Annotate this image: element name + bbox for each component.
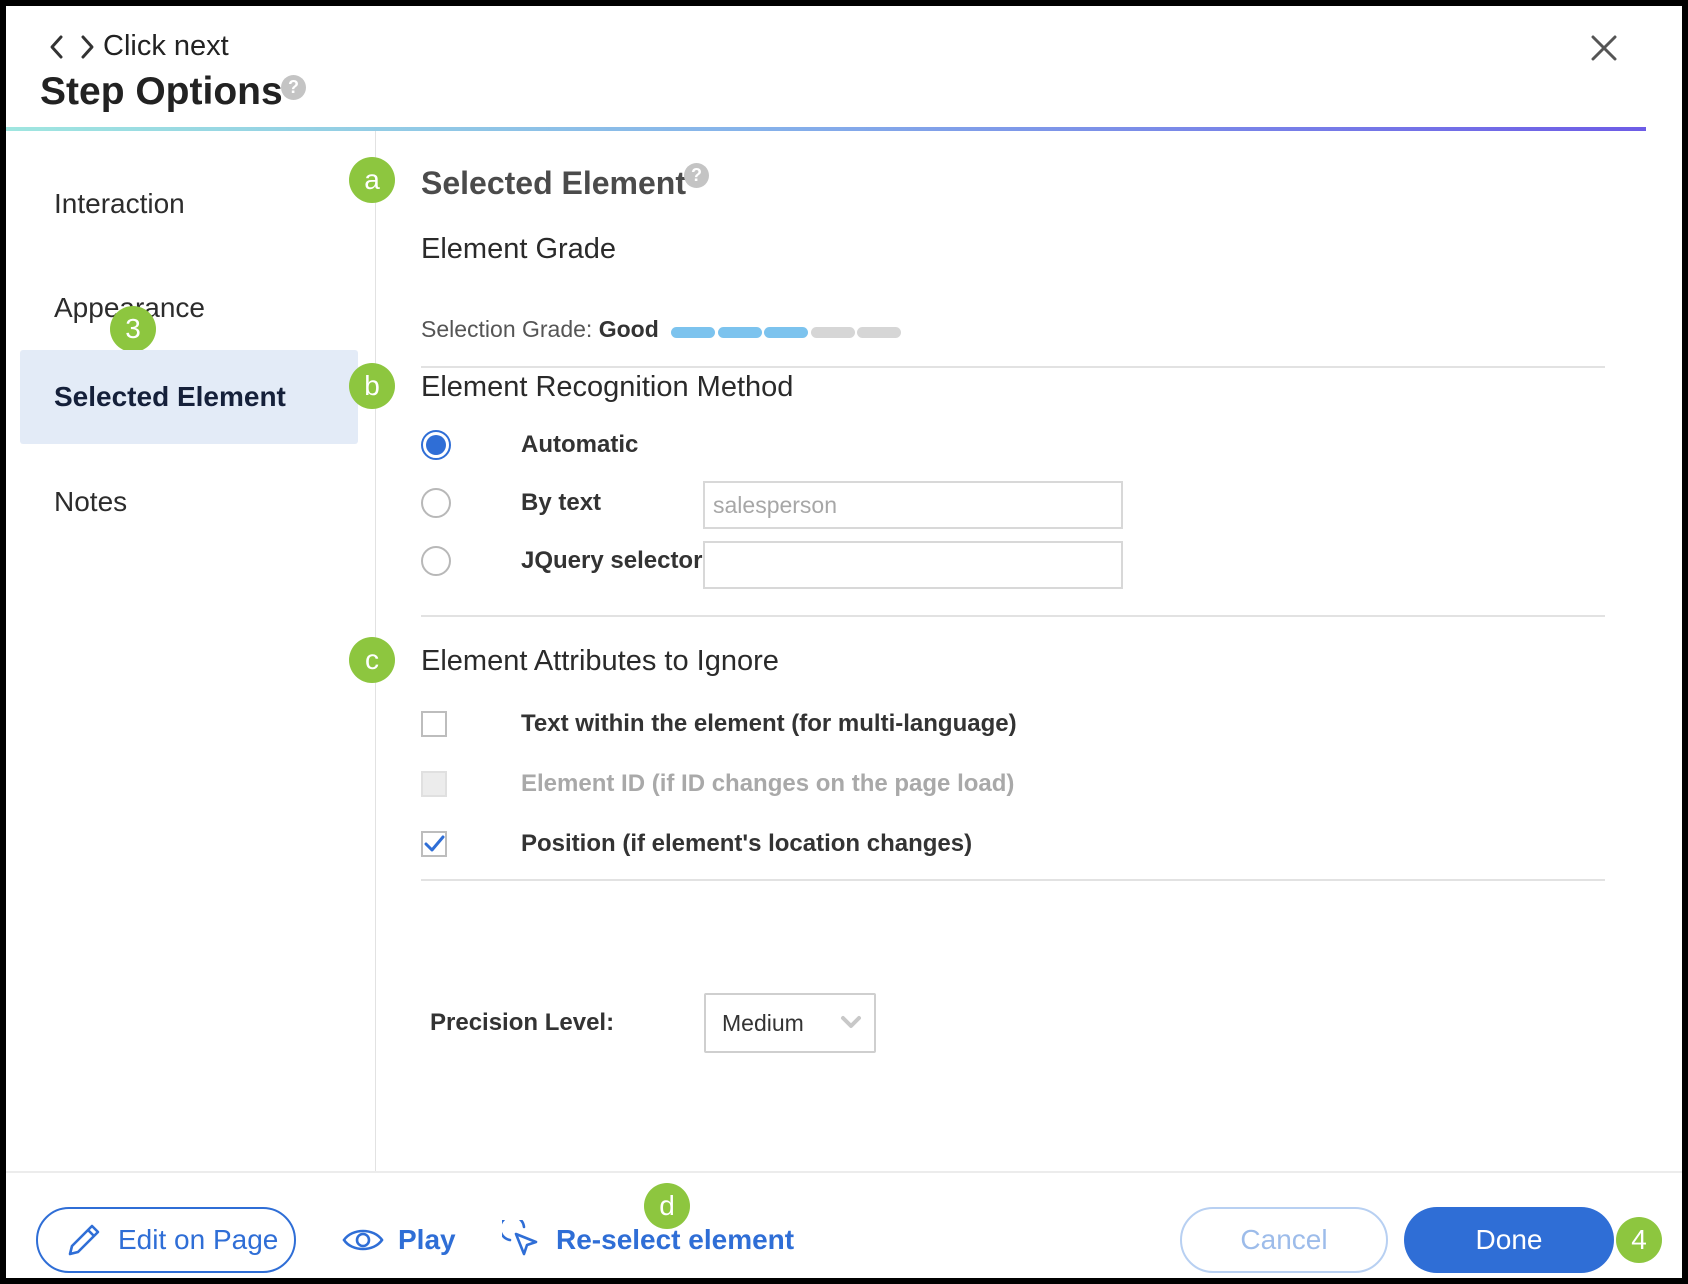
chevron-left-icon <box>50 35 63 59</box>
checkbox-label: Position (if element's location changes) <box>521 830 973 857</box>
radio-label: By text <box>521 489 602 516</box>
chevron-down-icon <box>841 1016 861 1028</box>
reselect-element-label: Re-select element <box>556 1224 795 1255</box>
precision-level-value: Medium <box>722 1009 804 1036</box>
attributes-to-ignore-title: Element Attributes to Ignore <box>421 645 779 677</box>
dialog-header: Click next Step Options ? <box>6 6 1682 136</box>
sidebar-item-label: Selected Element <box>54 381 286 412</box>
radio-label: Automatic <box>521 431 639 458</box>
help-icon[interactable]: ? <box>684 163 709 188</box>
selected-element-title: Selected Element <box>421 165 686 201</box>
close-button[interactable] <box>1582 26 1626 70</box>
section-divider <box>421 615 1605 617</box>
sidebar-item-label: Interaction <box>54 188 185 219</box>
grade-segment <box>857 327 901 338</box>
cursor-select-icon <box>502 1220 538 1256</box>
pencil-icon <box>68 1224 100 1256</box>
grade-segment <box>764 327 808 338</box>
selection-grade-label: Selection Grade: Good <box>421 316 659 343</box>
sidebar-item-notes[interactable]: Notes <box>20 455 358 549</box>
sidebar-item-appearance[interactable]: Appearance <box>20 261 358 355</box>
chevron-right-icon <box>81 35 94 59</box>
checkbox-label: Text within the element (for multi-langu… <box>521 710 1017 737</box>
help-icon[interactable]: ? <box>281 75 306 100</box>
edit-on-page-label: Edit on Page <box>118 1224 279 1255</box>
radio-automatic[interactable]: Automatic <box>421 425 638 465</box>
checkbox-position[interactable]: Position (if element's location changes) <box>421 827 972 861</box>
checkbox-text-within-element[interactable]: Text within the element (for multi-langu… <box>421 707 1017 741</box>
radio-button[interactable] <box>421 488 451 518</box>
main-panel: a Selected Element ? Element Grade Selec… <box>349 131 1682 1171</box>
precision-level-label: Precision Level: <box>430 1009 615 1036</box>
selection-grade-prefix: Selection Grade: <box>421 316 593 342</box>
section-divider <box>421 879 1605 881</box>
radio-label: JQuery selector <box>521 547 703 574</box>
callout-badge-3: 3 <box>110 306 156 352</box>
radio-by-text[interactable]: By text <box>421 483 601 523</box>
checkbox[interactable] <box>421 711 447 737</box>
precision-level-select[interactable]: Medium <box>704 993 876 1053</box>
callout-badge-d: d <box>644 1183 690 1229</box>
radio-button[interactable] <box>421 430 451 460</box>
callout-badge-4: 4 <box>1616 1217 1662 1263</box>
element-grade-heading: Element Grade <box>421 233 617 265</box>
step-options-dialog: Click next Step Options ? Interaction Ap… <box>6 6 1682 1278</box>
section-divider <box>421 366 1605 368</box>
step-navigation <box>44 30 100 64</box>
cancel-button[interactable]: Cancel <box>1180 1207 1388 1273</box>
callout-badge-b: b <box>349 363 395 409</box>
eye-icon <box>342 1229 384 1251</box>
checkbox <box>421 771 447 797</box>
recognition-method-title: Element Recognition Method <box>421 371 794 403</box>
callout-badge-a: a <box>349 157 395 203</box>
next-step-button[interactable] <box>76 30 100 64</box>
sidebar: Interaction Appearance 3 Selected Elemen… <box>6 131 376 1171</box>
by-text-input[interactable] <box>703 481 1123 529</box>
play-label: Play <box>398 1224 456 1255</box>
grade-segment <box>810 327 855 338</box>
play-button[interactable]: Play <box>342 1207 456 1273</box>
page-title: Step Options <box>40 70 283 113</box>
selection-grade-value: Good <box>598 316 659 342</box>
sidebar-item-selected-element[interactable]: Selected Element <box>20 350 358 444</box>
callout-badge-c: c <box>349 637 395 683</box>
checkbox-element-id: Element ID (if ID changes on the page lo… <box>421 767 1014 801</box>
edit-on-page-button[interactable]: Edit on Page <box>36 1207 296 1273</box>
checkmark-icon <box>424 835 445 852</box>
checkbox[interactable] <box>421 831 447 857</box>
step-name: Click next <box>103 30 229 62</box>
dialog-footer: Edit on Page Play Re-select element d Ca… <box>6 1171 1682 1278</box>
done-button[interactable]: Done <box>1404 1207 1614 1273</box>
previous-step-button[interactable] <box>44 30 68 64</box>
close-icon <box>1591 35 1617 61</box>
radio-button[interactable] <box>421 546 451 576</box>
radio-jquery-selector[interactable]: JQuery selector <box>421 541 702 581</box>
checkbox-label: Element ID (if ID changes on the page lo… <box>521 770 1015 797</box>
sidebar-item-label: Notes <box>54 486 128 517</box>
grade-segment <box>717 327 762 338</box>
jquery-selector-input[interactable] <box>703 541 1123 589</box>
grade-segment <box>671 327 715 338</box>
sidebar-item-interaction[interactable]: Interaction <box>20 157 358 251</box>
